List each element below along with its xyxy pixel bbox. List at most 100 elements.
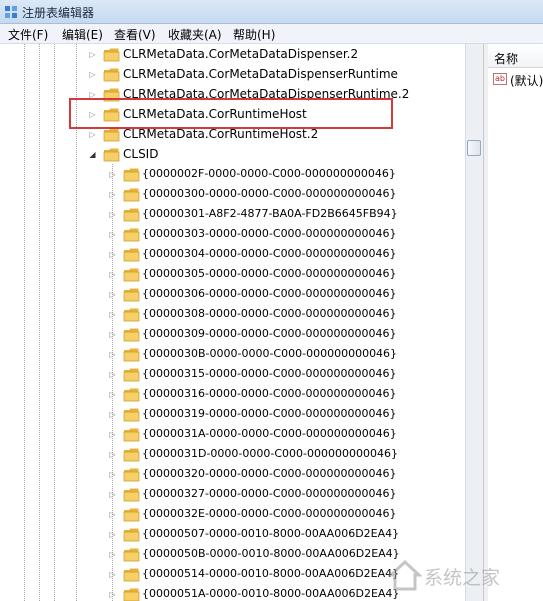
key-label[interactable]: {00000507-0000-0010-8000-00AA006D2EA4} [142, 527, 399, 540]
expand-arrow-icon[interactable]: ▷ [108, 250, 117, 259]
key-label[interactable]: {00000304-0000-0000-C000-000000000046} [142, 247, 397, 260]
folder-icon [123, 287, 140, 302]
key-label[interactable]: {0000002F-0000-0000-C000-000000000046} [142, 167, 396, 180]
expand-arrow-icon[interactable]: ▷ [108, 390, 117, 399]
clsid-subkey-row[interactable]: ▷ {00000309-0000-0000-C000-000000000046} [0, 325, 465, 345]
expand-arrow-icon[interactable]: ▷ [88, 70, 97, 79]
expand-arrow-icon[interactable]: ▷ [108, 330, 117, 339]
key-label[interactable]: {00000319-0000-0000-C000-000000000046} [142, 407, 397, 420]
expand-arrow-icon[interactable]: ▷ [108, 530, 117, 539]
clsid-subkey-row[interactable]: ▷ {0000031D-0000-0000-C000-000000000046} [0, 445, 465, 465]
watermark-text: 系统之家 [424, 567, 501, 589]
clsid-subkey-row[interactable]: ▷ {0000030B-0000-0000-C000-000000000046} [0, 345, 465, 365]
key-label[interactable]: {0000051A-0000-0010-8000-00AA006D2EA4} [142, 587, 399, 600]
clsid-subkey-row[interactable]: ▷ {00000301-A8F2-4877-BA0A-FD2B6645FB94} [0, 205, 465, 225]
expand-arrow-icon[interactable]: ▷ [108, 470, 117, 479]
key-label[interactable]: {00000300-0000-0000-C000-000000000046} [142, 187, 397, 200]
folder-icon [103, 147, 120, 162]
clsid-subkey-row[interactable]: ▷ {00000319-0000-0000-C000-000000000046} [0, 405, 465, 425]
folder-icon [123, 327, 140, 342]
clsid-subkey-row[interactable]: ▷ {00000320-0000-0000-C000-000000000046} [0, 465, 465, 485]
key-label[interactable]: {00000327-0000-0000-C000-000000000046} [142, 487, 397, 500]
expand-arrow-icon[interactable]: ▷ [108, 410, 117, 419]
clsid-subkey-row[interactable]: ▷ {00000305-0000-0000-C000-000000000046} [0, 265, 465, 285]
key-label[interactable]: CLSID [123, 147, 158, 161]
folder-icon [123, 547, 140, 562]
tree-vertical-scrollbar[interactable] [465, 44, 483, 601]
expand-arrow-icon[interactable]: ▷ [108, 210, 117, 219]
key-label[interactable]: {0000031A-0000-0000-C000-000000000046} [142, 427, 397, 440]
key-label[interactable]: {0000032E-0000-0000-C000-000000000046} [142, 507, 396, 520]
registry-key-row[interactable]: ▷ CLRMetaData.CorMetaDataDispenser.2 [0, 45, 465, 65]
folder-icon [123, 187, 140, 202]
clsid-subkey-row[interactable]: ▷ {00000308-0000-0000-C000-000000000046} [0, 305, 465, 325]
key-label[interactable]: {00000316-0000-0000-C000-000000000046} [142, 387, 397, 400]
expand-arrow-icon[interactable]: ▷ [108, 350, 117, 359]
key-label[interactable]: {00000305-0000-0000-C000-000000000046} [142, 267, 397, 280]
collapse-arrow-icon[interactable]: ◢ [88, 150, 97, 159]
folder-icon [123, 207, 140, 222]
default-value-name[interactable]: (默认) [510, 72, 543, 89]
key-label[interactable]: {0000050B-0000-0010-8000-00AA006D2EA4} [142, 547, 400, 560]
menu-favorites[interactable]: 收藏夹(A) [168, 26, 222, 43]
folder-icon [123, 167, 140, 182]
expand-arrow-icon[interactable]: ▷ [108, 430, 117, 439]
key-label[interactable]: {00000308-0000-0000-C000-000000000046} [142, 307, 397, 320]
expand-arrow-icon[interactable]: ▷ [108, 490, 117, 499]
key-label[interactable]: {00000514-0000-0010-8000-00AA006D2EA4} [142, 567, 399, 580]
clsid-subkey-row[interactable]: ▷ {00000316-0000-0000-C000-000000000046} [0, 385, 465, 405]
menu-help[interactable]: 帮助(H) [233, 26, 275, 43]
scrollbar-thumb[interactable] [467, 140, 481, 156]
clsid-subkey-row[interactable]: ▷ {00000315-0000-0000-C000-000000000046} [0, 365, 465, 385]
key-label[interactable]: CLRMetaData.CorMetaDataDispenser.2 [123, 47, 358, 61]
key-label[interactable]: {00000301-A8F2-4877-BA0A-FD2B6645FB94} [142, 207, 398, 220]
key-label[interactable]: {0000030B-0000-0000-C000-000000000046} [142, 347, 397, 360]
clsid-subkey-row[interactable]: ▷ {00000300-0000-0000-C000-000000000046} [0, 185, 465, 205]
expand-arrow-icon[interactable]: ▷ [108, 450, 117, 459]
expand-arrow-icon[interactable]: ▷ [108, 190, 117, 199]
expand-arrow-icon[interactable]: ▷ [88, 50, 97, 59]
clsid-highlight-box [69, 98, 393, 129]
clsid-subkey-row[interactable]: ▷ {00000304-0000-0000-C000-000000000046} [0, 245, 465, 265]
folder-icon [123, 367, 140, 382]
column-header-label: 名称 [494, 52, 519, 66]
expand-arrow-icon[interactable]: ▷ [88, 130, 97, 139]
key-label[interactable]: {00000309-0000-0000-C000-000000000046} [142, 327, 397, 340]
column-header-name[interactable]: 名称 [488, 44, 543, 68]
registry-key-row[interactable]: ▷ CLRMetaData.CorMetaDataDispenserRuntime [0, 65, 465, 85]
expand-arrow-icon[interactable]: ▷ [108, 590, 117, 599]
menu-view[interactable]: 查看(V) [114, 26, 156, 43]
expand-arrow-icon[interactable]: ▷ [108, 510, 117, 519]
clsid-subkey-row[interactable]: ▷ {00000327-0000-0000-C000-000000000046} [0, 485, 465, 505]
expand-arrow-icon[interactable]: ▷ [108, 370, 117, 379]
expand-arrow-icon[interactable]: ▷ [108, 290, 117, 299]
clsid-subkey-row[interactable]: ▷ {0000002F-0000-0000-C000-000000000046} [0, 165, 465, 185]
folder-icon [123, 247, 140, 262]
expand-arrow-icon[interactable]: ▷ [108, 230, 117, 239]
menu-file[interactable]: 文件(F) [8, 26, 48, 43]
key-label[interactable]: CLRMetaData.CorRuntimeHost.2 [123, 127, 318, 141]
title-bar: 注册表编辑器 [0, 0, 543, 24]
expand-arrow-icon[interactable]: ▷ [108, 170, 117, 179]
clsid-subkey-row[interactable]: ▷ {00000306-0000-0000-C000-000000000046} [0, 285, 465, 305]
key-label[interactable]: {00000315-0000-0000-C000-000000000046} [142, 367, 397, 380]
clsid-subkey-row[interactable]: ▷ {00000507-0000-0010-8000-00AA006D2EA4} [0, 525, 465, 545]
clsid-subkey-row[interactable]: ▷ {00000303-0000-0000-C000-000000000046} [0, 225, 465, 245]
clsid-subkey-row[interactable]: ▷ {0000031A-0000-0000-C000-000000000046} [0, 425, 465, 445]
key-label[interactable]: {00000320-0000-0000-C000-000000000046} [142, 467, 397, 480]
folder-icon [103, 67, 120, 82]
expand-arrow-icon[interactable]: ▷ [108, 570, 117, 579]
registry-key-row[interactable]: ◢ CLSID [0, 145, 465, 165]
key-label[interactable]: {0000031D-0000-0000-C000-000000000046} [142, 447, 398, 460]
watermark-logo: 系统之家 [388, 556, 538, 596]
clsid-subkey-row[interactable]: ▷ {0000032E-0000-0000-C000-000000000046} [0, 505, 465, 525]
expand-arrow-icon[interactable]: ▷ [108, 550, 117, 559]
key-label[interactable]: {00000303-0000-0000-C000-000000000046} [142, 227, 397, 240]
menu-edit[interactable]: 编辑(E) [62, 26, 103, 43]
expand-arrow-icon[interactable]: ▷ [108, 270, 117, 279]
folder-icon [123, 507, 140, 522]
key-label[interactable]: CLRMetaData.CorMetaDataDispenserRuntime [123, 67, 398, 81]
key-label[interactable]: {00000306-0000-0000-C000-000000000046} [142, 287, 397, 300]
expand-arrow-icon[interactable]: ▷ [108, 310, 117, 319]
menu-bar: 文件(F) 编辑(E) 查看(V) 收藏夹(A) 帮助(H) [0, 24, 543, 44]
